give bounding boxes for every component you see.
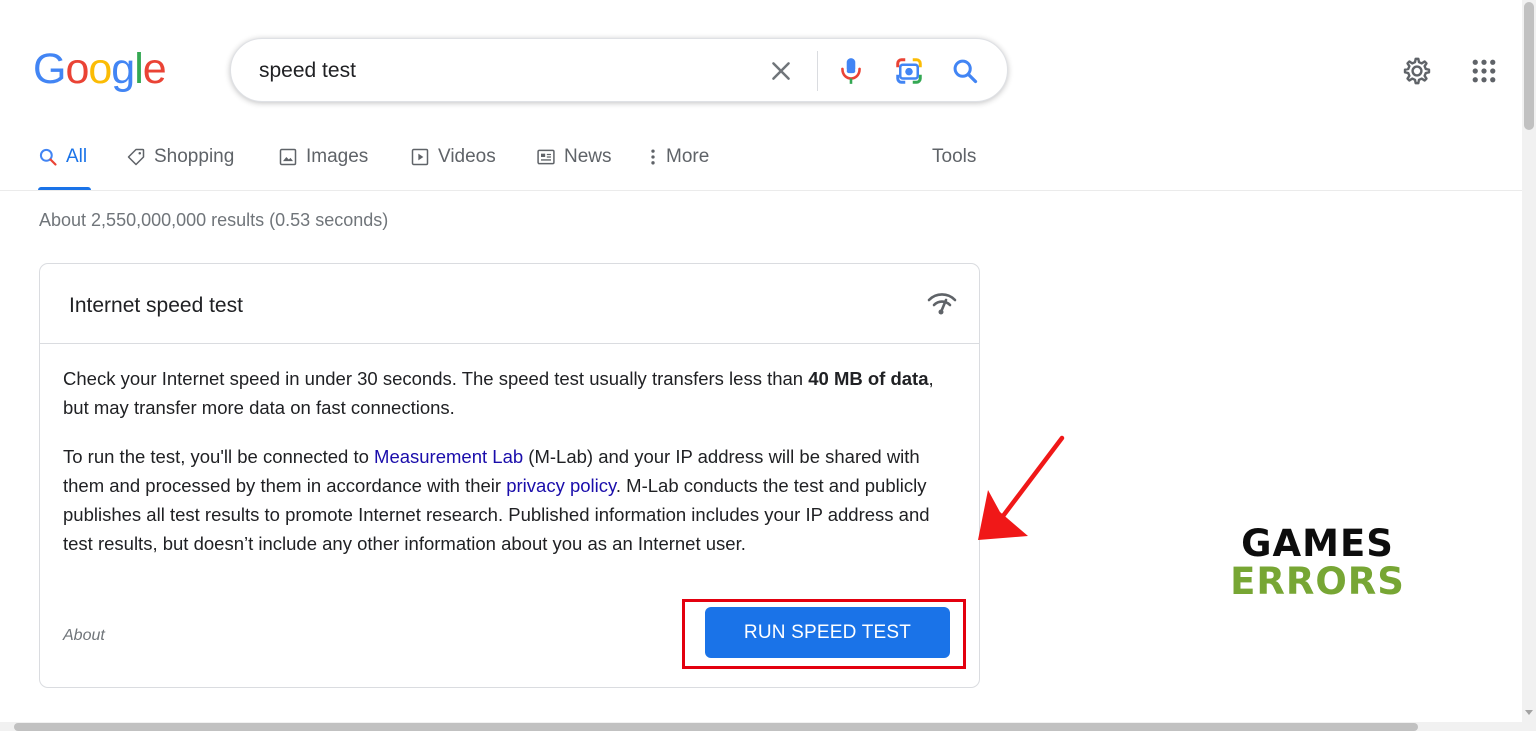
tab-news[interactable]: News bbox=[536, 146, 612, 168]
tab-label: Shopping bbox=[154, 146, 235, 167]
search-icon bbox=[39, 148, 57, 166]
vertical-dots-icon bbox=[651, 149, 655, 165]
logo-letter: o bbox=[88, 45, 112, 93]
desc-text: Check your Internet speed in under 30 se… bbox=[63, 368, 809, 389]
tools-button[interactable]: Tools bbox=[932, 146, 976, 168]
wifi-speed-icon bbox=[927, 293, 957, 315]
logo-letter: l bbox=[134, 45, 144, 93]
annotation-arrow bbox=[978, 435, 1065, 540]
desc-bold: 40 MB of data bbox=[808, 368, 929, 389]
tab-images[interactable]: Images bbox=[278, 146, 368, 168]
card-divider bbox=[40, 343, 979, 344]
tab-label: Videos bbox=[438, 146, 496, 167]
logo-letter: o bbox=[65, 45, 89, 93]
card-title: Internet speed test bbox=[69, 294, 243, 317]
card-disclosure: To run the test, you'll be connected to … bbox=[63, 442, 963, 558]
vertical-scrollbar[interactable] bbox=[1522, 0, 1536, 731]
tab-label: News bbox=[564, 146, 612, 167]
tab-all[interactable]: All bbox=[38, 146, 87, 168]
search-input[interactable] bbox=[259, 53, 739, 89]
tab-shopping[interactable]: Shopping bbox=[126, 146, 234, 168]
tab-label: More bbox=[666, 146, 710, 167]
privacy-policy-link[interactable]: privacy policy bbox=[506, 475, 616, 496]
logo-letter: g bbox=[111, 45, 135, 93]
watermark-line2: ERRORS bbox=[1230, 560, 1405, 603]
clear-search-icon[interactable] bbox=[765, 55, 797, 87]
scroll-down-arrow-icon[interactable] bbox=[1525, 710, 1533, 715]
search-divider bbox=[817, 51, 818, 91]
logo-letter: G bbox=[33, 45, 66, 93]
camera-lens-icon[interactable] bbox=[893, 55, 925, 87]
tabs-divider bbox=[0, 190, 1522, 191]
search-box bbox=[230, 38, 1008, 102]
tab-label: Images bbox=[306, 146, 369, 167]
search-icon[interactable] bbox=[949, 55, 981, 87]
logo-letter: e bbox=[142, 45, 167, 93]
about-link[interactable]: About bbox=[63, 627, 105, 645]
vertical-scrollbar-thumb[interactable] bbox=[1524, 2, 1534, 130]
highlight-box bbox=[682, 599, 966, 669]
measurement-lab-link[interactable]: Measurement Lab bbox=[374, 446, 523, 467]
settings-gear-icon[interactable] bbox=[1400, 54, 1434, 88]
tab-more[interactable]: More bbox=[648, 146, 709, 168]
tag-icon bbox=[127, 148, 145, 166]
microphone-icon[interactable] bbox=[835, 55, 867, 87]
watermark-line1: GAMES bbox=[1241, 522, 1394, 565]
games-errors-watermark: GAMES ERRORS bbox=[1230, 525, 1405, 605]
play-icon bbox=[411, 148, 429, 166]
horizontal-scrollbar-thumb[interactable] bbox=[14, 723, 1418, 731]
card-description: Check your Internet speed in under 30 se… bbox=[63, 364, 963, 422]
image-icon bbox=[279, 148, 297, 166]
tab-label: All bbox=[66, 146, 88, 167]
horizontal-scrollbar[interactable] bbox=[0, 722, 1522, 731]
tab-videos[interactable]: Videos bbox=[410, 146, 496, 168]
news-icon bbox=[537, 149, 555, 165]
tools-label: Tools bbox=[932, 146, 977, 167]
result-stats: About 2,550,000,000 results (0.53 second… bbox=[39, 210, 389, 230]
google-logo[interactable]: Google bbox=[33, 45, 167, 93]
apps-grid-icon[interactable] bbox=[1467, 54, 1501, 88]
disclosure-text: To run the test, you'll be connected to bbox=[63, 446, 375, 467]
